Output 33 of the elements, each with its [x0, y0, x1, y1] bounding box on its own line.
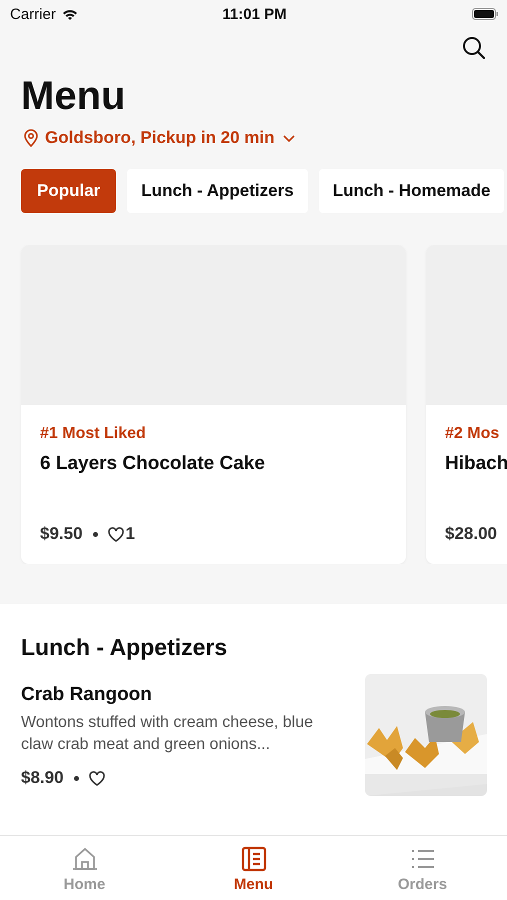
- page-title: Menu: [21, 73, 126, 120]
- category-tab[interactable]: Lunch - Homemade: [318, 169, 504, 213]
- separator-dot: [74, 776, 79, 780]
- price-label: $28.00: [445, 524, 497, 544]
- book-icon: [240, 846, 266, 872]
- dish-card[interactable]: #1 Most Liked 6 Layers Chocolate Cake $9.50 1: [21, 245, 406, 564]
- chevron-down-icon: [282, 134, 295, 142]
- nav-tab[interactable]: Menu: [204, 836, 304, 900]
- location-pin-icon: [23, 129, 39, 147]
- separator-dot: [92, 532, 98, 536]
- heart-icon[interactable]: [88, 770, 105, 786]
- section-heading: Lunch - Appetizers: [21, 634, 228, 661]
- dish-name: Crab Rangoon: [21, 684, 153, 706]
- house-icon: [72, 846, 98, 872]
- price-label: $8.90: [21, 768, 64, 788]
- dish-card[interactable]: #2 Mos Hibach $28.00: [426, 245, 507, 564]
- heart-icon[interactable]: [108, 526, 124, 542]
- dish-name: Hibach: [445, 453, 507, 475]
- location-selector[interactable]: Goldsboro, Pickup in 20 min: [23, 128, 297, 148]
- price-label: $9.50: [40, 524, 83, 544]
- dish-name: 6 Layers Chocolate Cake: [40, 453, 266, 475]
- rank-label: #2 Mos: [445, 425, 500, 443]
- category-tab[interactable]: Lunch - Appetizers: [127, 169, 308, 213]
- menu-item[interactable]: Crab Rangoon Wontons stuffed with cream cheese, blue claw crab meat and green onions... $8.90: [21, 674, 487, 796]
- battery-icon: [472, 8, 499, 20]
- status-time: 11:01 PM: [222, 6, 287, 22]
- dish-description: Wontons stuffed with cream cheese, blue claw crab meat and green onions...: [21, 713, 314, 755]
- search-icon[interactable]: [462, 36, 486, 60]
- carrier-label: Carrier: [10, 6, 56, 22]
- like-count: 1: [126, 524, 136, 544]
- category-tab[interactable]: Popular: [21, 169, 116, 213]
- rank-label: #1 Most Liked: [40, 425, 147, 443]
- wifi-icon: [62, 8, 78, 20]
